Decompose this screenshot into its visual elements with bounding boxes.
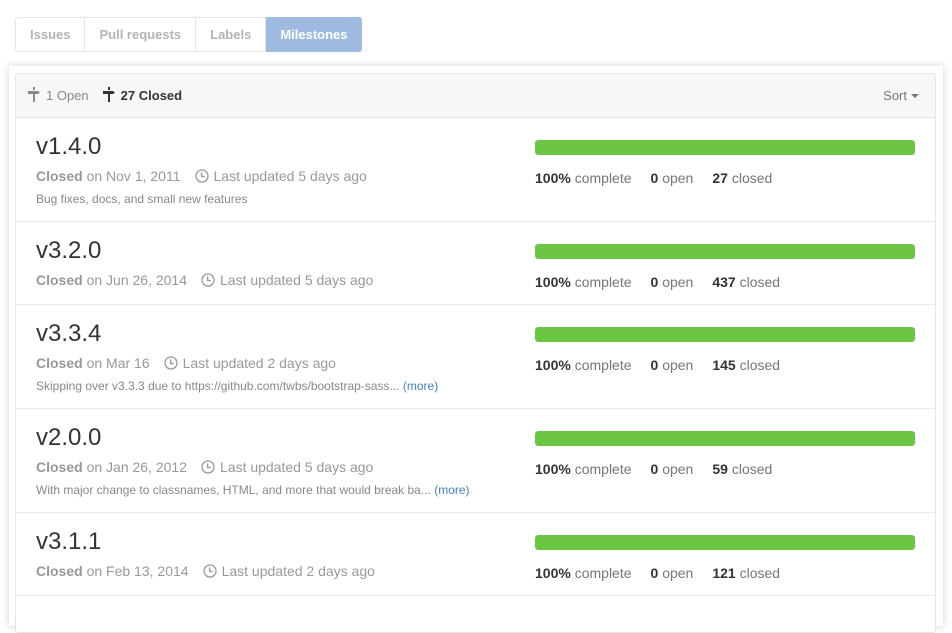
milestone-progress: 100% complete 0 open 121 closed xyxy=(535,535,915,581)
description-text: With major change to classnames, HTML, a… xyxy=(36,483,431,497)
progress-bar xyxy=(535,327,915,342)
percent-complete: 100% complete xyxy=(535,461,632,477)
tab-pull-requests[interactable]: Pull requests xyxy=(85,18,197,51)
state-label: Closed xyxy=(36,272,83,288)
clock-icon xyxy=(202,564,217,578)
closed-issues-link[interactable]: 437 closed xyxy=(712,274,780,290)
progress-bar-fill xyxy=(535,140,915,155)
progress-bar xyxy=(535,140,915,155)
milestone-icon xyxy=(102,86,115,105)
open-milestones-filter[interactable]: 1 Open xyxy=(28,86,89,105)
clock-icon xyxy=(201,273,215,287)
description-text: Bug fixes, docs, and small new features xyxy=(36,192,248,206)
milestone-progress: 100% complete 0 open 27 closed xyxy=(535,140,915,186)
open-issues-link[interactable]: 0 open xyxy=(651,565,694,581)
last-updated: Last updated 2 days ago xyxy=(182,355,336,371)
milestone-progress: 100% complete 0 open 145 closed xyxy=(535,327,915,373)
milestone-description: Skipping over v3.3.3 due to https://gith… xyxy=(36,378,915,394)
progress-bar xyxy=(535,535,915,550)
caret-down-icon xyxy=(911,94,919,98)
milestone-description: With major change to classnames, HTML, a… xyxy=(36,482,915,498)
progress-bar-fill xyxy=(535,535,915,550)
repo-subnav: Issues Pull requests Labels Milestones xyxy=(15,17,362,52)
tab-milestones[interactable]: Milestones xyxy=(266,17,362,52)
closed-issues-link[interactable]: 121 closed xyxy=(712,565,780,581)
open-label: Open xyxy=(56,88,89,103)
milestone-stats: 100% complete 0 open 437 closed xyxy=(535,274,915,290)
milestones-header: 1 Open 27 Closed Sort xyxy=(16,74,935,118)
milestone-rows: v1.4.0 Closed on Nov 1, 2011 Last update… xyxy=(16,118,935,596)
last-updated: Last updated 5 days ago xyxy=(213,168,367,184)
milestones-list: 1 Open 27 Closed Sort v1.4.0 Closed on N… xyxy=(15,73,936,633)
last-updated: Last updated 5 days ago xyxy=(220,459,374,475)
closed-issues-link[interactable]: 27 closed xyxy=(712,170,772,186)
milestone-stats: 100% complete 0 open 59 closed xyxy=(535,461,915,477)
tab-labels[interactable]: Labels xyxy=(196,18,267,51)
progress-bar-fill xyxy=(535,431,915,446)
state-label: Closed xyxy=(36,168,83,184)
state-label: Closed xyxy=(36,355,83,371)
closed-milestones-filter[interactable]: 27 Closed xyxy=(102,86,183,105)
sort-label: Sort xyxy=(883,88,907,103)
closed-on: on Nov 1, 2011 xyxy=(86,168,181,184)
open-issues-link[interactable]: 0 open xyxy=(651,274,694,290)
description-text: Skipping over v3.3.3 due to https://gith… xyxy=(36,379,400,393)
progress-bar-fill xyxy=(535,327,915,342)
clock-icon xyxy=(194,169,209,183)
progress-bar-fill xyxy=(535,244,915,259)
milestone-item: v3.3.4 Closed on Mar 16 Last updated 2 d… xyxy=(16,305,935,409)
milestone-item: v3.2.0 Closed on Jun 26, 2014 Last updat… xyxy=(16,222,935,305)
clock-icon xyxy=(163,356,178,370)
closed-on: on Jan 26, 2012 xyxy=(86,459,187,475)
milestone-item: v1.4.0 Closed on Nov 1, 2011 Last update… xyxy=(16,118,935,222)
closed-date: Closed on Feb 13, 2014 xyxy=(36,563,189,579)
more-link[interactable]: (more) xyxy=(403,379,438,393)
closed-on: on Mar 16 xyxy=(86,355,150,371)
progress-bar xyxy=(535,431,915,446)
percent-complete: 100% complete xyxy=(535,274,632,290)
tab-issues[interactable]: Issues xyxy=(16,18,86,51)
progress-bar xyxy=(535,244,915,259)
more-link[interactable]: (more) xyxy=(434,483,469,497)
closed-date: Closed on Jun 26, 2014 xyxy=(36,272,187,288)
state-label: Closed xyxy=(36,563,83,579)
closed-count: 27 xyxy=(120,88,136,103)
state-label: Closed xyxy=(36,459,83,475)
open-issues-link[interactable]: 0 open xyxy=(651,357,694,373)
closed-date: Closed on Nov 1, 2011 xyxy=(36,168,181,184)
last-updated: Last updated 5 days ago xyxy=(220,272,374,288)
milestone-description: Bug fixes, docs, and small new features xyxy=(36,191,915,207)
milestone-item: v2.0.0 Closed on Jan 26, 2012 Last updat… xyxy=(16,409,935,513)
open-issues-link[interactable]: 0 open xyxy=(651,461,694,477)
milestone-progress: 100% complete 0 open 59 closed xyxy=(535,431,915,477)
clock-icon xyxy=(201,460,215,474)
percent-complete: 100% complete xyxy=(535,357,632,373)
closed-on: on Feb 13, 2014 xyxy=(86,563,189,579)
sort-dropdown[interactable]: Sort xyxy=(883,74,919,118)
milestone-item: v3.1.1 Closed on Feb 13, 2014 Last updat… xyxy=(16,513,935,596)
milestone-progress: 100% complete 0 open 437 closed xyxy=(535,244,915,290)
closed-label: Closed xyxy=(138,88,183,103)
closed-issues-link[interactable]: 59 closed xyxy=(712,461,772,477)
milestone-stats: 100% complete 0 open 121 closed xyxy=(535,565,915,581)
open-issues-link[interactable]: 0 open xyxy=(651,170,694,186)
open-count: 1 xyxy=(46,88,54,103)
closed-date: Closed on Jan 26, 2012 xyxy=(36,459,187,475)
milestone-stats: 100% complete 0 open 145 closed xyxy=(535,357,915,373)
percent-complete: 100% complete xyxy=(535,170,632,186)
milestone-stats: 100% complete 0 open 27 closed xyxy=(535,170,915,186)
closed-date: Closed on Mar 16 xyxy=(36,355,150,371)
percent-complete: 100% complete xyxy=(535,565,632,581)
last-updated: Last updated 2 days ago xyxy=(221,563,375,579)
closed-issues-link[interactable]: 145 closed xyxy=(712,357,780,373)
milestone-icon xyxy=(28,86,40,105)
closed-on: on Jun 26, 2014 xyxy=(86,272,187,288)
